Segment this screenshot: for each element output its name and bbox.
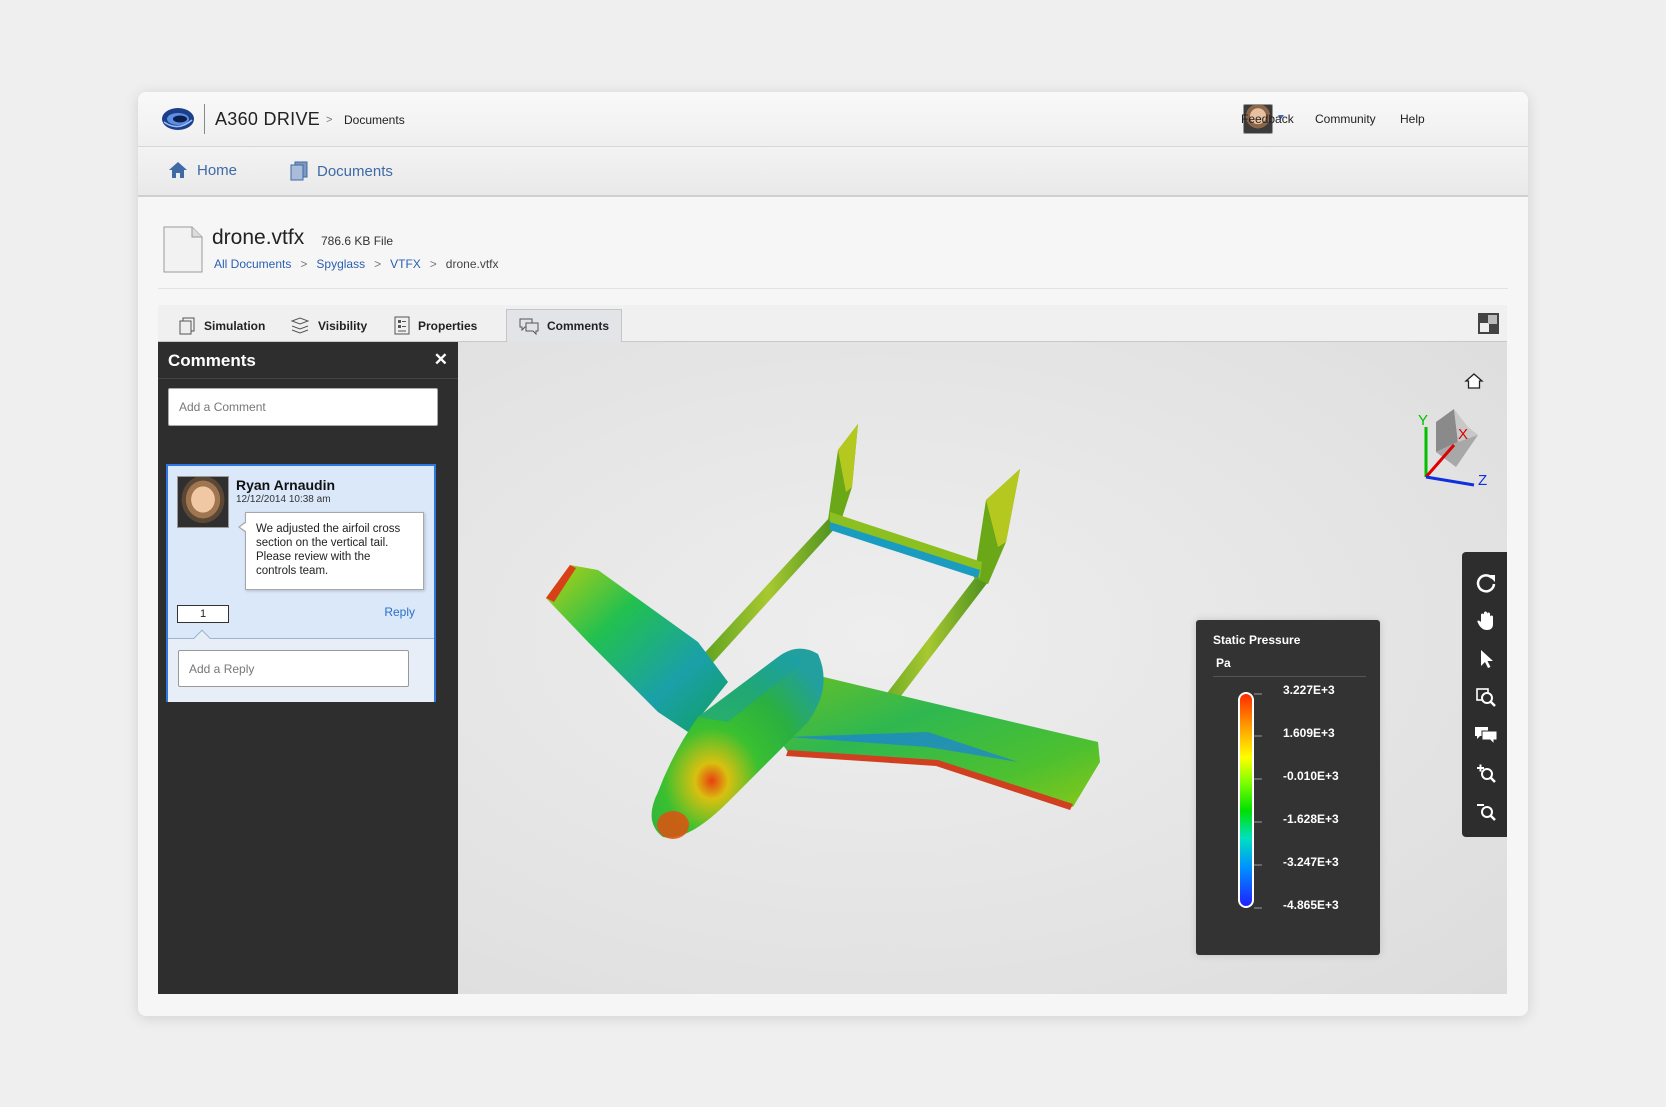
comments-icon	[519, 318, 539, 335]
comments-panel: Comments ✕ Ryan Arnaudin 12/12/2014 10:3…	[158, 342, 458, 994]
home-view-icon[interactable]	[1464, 372, 1484, 390]
tab-properties-label: Properties	[418, 318, 478, 333]
nav-home[interactable]: Home	[168, 161, 237, 179]
breadcrumb-spyglass[interactable]: Spyglass	[316, 257, 365, 271]
divider	[1213, 676, 1366, 677]
viewer: Simulation Visibility Properties Comment…	[158, 305, 1507, 994]
breadcrumb-current: drone.vtfx	[445, 257, 499, 271]
fullscreen-icon[interactable]	[1478, 313, 1499, 334]
breadcrumb-vtfx[interactable]: VTFX	[390, 257, 421, 271]
legend-value: 1.609E+3	[1283, 726, 1335, 740]
divider	[158, 288, 1508, 289]
tab-visibility-label: Visibility	[318, 318, 368, 333]
orbit-icon[interactable]	[1473, 570, 1499, 596]
comment-card[interactable]: Ryan Arnaudin 12/12/2014 10:38 am We adj…	[166, 464, 436, 702]
tab-comments-label: Comments	[547, 319, 610, 333]
home-icon	[169, 162, 187, 178]
comment-text: We adjusted the airfoil cross section on…	[238, 512, 424, 590]
comment-author-avatar	[177, 476, 229, 528]
tab-simulation-label: Simulation	[204, 318, 266, 333]
navigation-toolbar	[1462, 552, 1507, 837]
legend-unit: Pa	[1216, 656, 1231, 670]
logo-separator	[204, 104, 205, 134]
viewcube-x-label: X	[1458, 426, 1468, 443]
legend-title: Static Pressure	[1213, 633, 1301, 647]
close-icon[interactable]: ✕	[434, 350, 448, 370]
nav-documents[interactable]: Documents	[290, 161, 393, 181]
model-canvas[interactable]: Y X Z Static Pressure Pa 3.227E+3 1.609E…	[458, 342, 1507, 994]
app-window: A360 DRIVE > Documents Feedback Communit…	[138, 92, 1528, 1016]
legend-value: 3.227E+3	[1283, 683, 1335, 697]
viewcube-z-label: Z	[1478, 472, 1487, 487]
breadcrumb: All Documents > Spyglass > VTFX > drone.…	[214, 257, 499, 271]
tab-bar: Simulation Visibility Properties Comment…	[158, 305, 1507, 342]
header-crumb-documents[interactable]: Documents	[344, 113, 405, 127]
select-icon[interactable]	[1473, 646, 1499, 672]
legend-ticks	[1254, 693, 1262, 909]
top-bar: A360 DRIVE > Documents Feedback Communit…	[138, 92, 1528, 147]
comments-panel-title: Comments	[168, 351, 256, 370]
zoom-out-icon[interactable]	[1473, 798, 1499, 824]
legend-value: -3.247E+3	[1283, 855, 1339, 869]
visibility-icon	[290, 316, 310, 334]
feedback-link[interactable]: Feedback	[1241, 112, 1294, 126]
legend-value: -0.010E+3	[1283, 769, 1339, 783]
file-size: 786.6 KB File	[321, 234, 394, 248]
legend-value: -1.628E+3	[1283, 812, 1339, 826]
tab-comments[interactable]: Comments	[506, 309, 623, 342]
add-reply-input[interactable]	[178, 650, 409, 687]
breadcrumb-separator: >	[429, 257, 437, 271]
file-name: drone.vtfx	[212, 226, 305, 249]
add-comment-input[interactable]	[168, 388, 438, 426]
zoom-in-icon[interactable]	[1473, 760, 1499, 786]
simulation-icon	[179, 317, 195, 334]
properties-icon	[394, 316, 410, 335]
nav-home-label: Home	[197, 161, 238, 179]
tab-properties[interactable]: Properties	[382, 309, 489, 342]
viewcube-icon[interactable]: Y X Z	[1406, 397, 1496, 487]
legend-value: -4.865E+3	[1283, 898, 1339, 912]
documents-icon	[290, 161, 308, 181]
app-name[interactable]: A360 DRIVE	[215, 109, 320, 130]
breadcrumb-separator: >	[300, 257, 308, 271]
reply-area	[168, 629, 434, 702]
tab-visibility[interactable]: Visibility	[278, 309, 379, 342]
header-crumb-separator: >	[326, 114, 333, 126]
breadcrumb-separator: >	[374, 257, 382, 271]
zoom-window-icon[interactable]	[1473, 684, 1499, 710]
tab-simulation[interactable]: Simulation	[166, 309, 277, 342]
pan-icon[interactable]	[1473, 608, 1499, 634]
a360-logo-icon[interactable]	[160, 104, 196, 134]
breadcrumb-all-documents[interactable]: All Documents	[214, 257, 291, 271]
static-pressure-legend: Static Pressure Pa 3.227E+3 1.609E+3 -0.…	[1196, 620, 1380, 955]
viewcube-y-label: Y	[1418, 412, 1428, 429]
comments-icon[interactable]	[1473, 722, 1499, 748]
reply-notch	[193, 629, 211, 647]
help-link[interactable]: Help	[1400, 112, 1425, 126]
nav-bar: Home Documents	[138, 147, 1528, 197]
reply-link[interactable]: Reply	[384, 605, 415, 619]
comment-pin-number[interactable]: 1	[177, 605, 229, 623]
file-icon	[163, 226, 203, 273]
divider	[158, 378, 458, 379]
legend-color-bar	[1238, 692, 1254, 908]
nav-documents-label: Documents	[317, 162, 393, 180]
community-link[interactable]: Community	[1315, 112, 1376, 126]
comment-author: Ryan Arnaudin	[236, 477, 336, 493]
comment-date: 12/12/2014 10:38 am	[236, 494, 331, 505]
